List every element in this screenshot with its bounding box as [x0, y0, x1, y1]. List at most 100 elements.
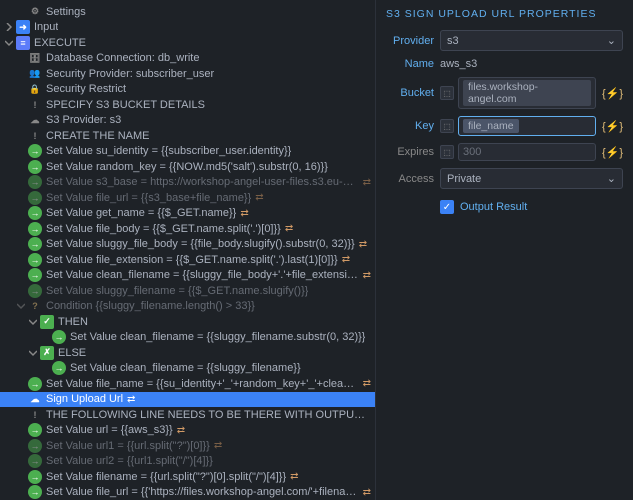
item-sv-sluggy-file-body[interactable]: → Set Value sluggy_file_body = {{file_bo… [0, 237, 375, 253]
item-sv-clean-filename[interactable]: → Set Value clean_filename = {{sluggy_fi… [0, 268, 375, 284]
item-sv-file-name[interactable]: → Set Value file_name = {{su_identity+'_… [0, 376, 375, 392]
expires-input[interactable]: 300 [458, 143, 596, 161]
key-input[interactable]: file_name [458, 116, 596, 136]
prop-expires: Expires ⬚ 300 {⚡} [386, 143, 623, 161]
label: CREATE THE NAME [46, 130, 150, 142]
value: s3 [447, 35, 459, 47]
prop-bucket: Bucket ⬚ files.workshop-angel.com {⚡} [386, 77, 623, 109]
label: THEN [58, 316, 88, 328]
arrow-icon: → [28, 222, 42, 236]
action-tree: ⚙ Settings ➜ Input ≡ EXECUTE 🗄 Database … [0, 0, 375, 500]
item-sv-random-key[interactable]: → Set Value random_key = {{NOW.md5('salt… [0, 159, 375, 175]
chevron-down-icon: ⌄ [607, 172, 616, 185]
output-badge: ⇄ [363, 270, 371, 281]
label: Access [386, 173, 434, 185]
item-sv-url1[interactable]: → Set Value url1 = {{url.split("?")[0]}}… [0, 438, 375, 454]
input-icon: ➜ [16, 20, 30, 34]
label: Input [34, 21, 58, 33]
item-settings[interactable]: ⚙ Settings [0, 4, 375, 20]
item-following-line[interactable]: ! THE FOLLOWING LINE NEEDS TO BE THERE W… [0, 407, 375, 423]
prop-name: Name aws_s3 [386, 58, 623, 70]
item-security-restrict[interactable]: 🔒 Security Restrict [0, 82, 375, 98]
output-badge: ⇄ [177, 425, 185, 436]
item-sv-filename2[interactable]: → Set Value filename = {{url.split("?")[… [0, 469, 375, 485]
chevron-down-icon [4, 38, 14, 48]
output-badge: ⇄ [240, 208, 248, 219]
properties-panel: S3 SIGN UPLOAD URL PROPERTIES Provider s… [375, 0, 633, 500]
item-create-name[interactable]: ! CREATE THE NAME [0, 128, 375, 144]
item-s3-provider[interactable]: ☁ S3 Provider: s3 [0, 113, 375, 129]
label: Set Value sluggy_filename = {{$_GET.name… [46, 285, 308, 297]
prop-key: Key ⬚ file_name {⚡} [386, 116, 623, 136]
bolt-icon[interactable]: {⚡} [602, 120, 623, 133]
database-icon: 🗄 [28, 51, 42, 65]
item-sv-su-identity[interactable]: → Set Value su_identity = {{subscriber_u… [0, 144, 375, 160]
label: Name [386, 58, 434, 70]
comment-icon: ! [28, 408, 42, 422]
item-db-connection[interactable]: 🗄 Database Connection: db_write [0, 51, 375, 67]
item-sv-url2[interactable]: → Set Value url2 = {{url1.split("/")[4]}… [0, 454, 375, 470]
label: Provider [386, 35, 434, 47]
arrow-icon: → [28, 470, 42, 484]
label: THE FOLLOWING LINE NEEDS TO BE THERE WIT… [46, 409, 371, 421]
item-sv-sluggy-filename[interactable]: → Set Value sluggy_filename = {{$_GET.na… [0, 283, 375, 299]
label: Set Value url = {{aws_s3}} [46, 424, 173, 436]
item-sv-file-url[interactable]: → Set Value file_url = {{s3_base+file_na… [0, 190, 375, 206]
bolt-icon[interactable]: {⚡} [602, 87, 623, 100]
arrow-icon: → [28, 268, 42, 282]
people-icon: 👥 [28, 67, 42, 81]
provider-select[interactable]: s3 ⌄ [440, 30, 623, 51]
dynamic-icon[interactable]: ⬚ [440, 145, 454, 159]
label: Set Value su_identity = {{subscriber_use… [46, 145, 291, 157]
label: Sign Upload Url [46, 393, 123, 405]
label: Set Value filename = {{url.split("?")[0]… [46, 471, 286, 483]
arrow-icon: → [28, 237, 42, 251]
label: Set Value clean_filename = {{sluggy_file… [70, 362, 301, 374]
item-sv-else-clean[interactable]: → Set Value clean_filename = {{sluggy_fi… [0, 361, 375, 377]
item-sv-s3-base[interactable]: → Set Value s3_base = https://workshop-a… [0, 175, 375, 191]
output-badge: ⇄ [214, 440, 222, 451]
comment-icon: ! [28, 129, 42, 143]
label: Set Value file_name = {{su_identity+'_'+… [46, 378, 359, 390]
item-then[interactable]: ✓ THEN [0, 314, 375, 330]
bucket-input[interactable]: files.workshop-angel.com [458, 77, 596, 109]
arrow-icon: → [28, 423, 42, 437]
lock-icon: 🔒 [28, 82, 42, 96]
item-input[interactable]: ➜ Input [0, 20, 375, 36]
dynamic-icon[interactable]: ⬚ [440, 86, 454, 100]
label: Set Value file_extension = {{$_GET.name.… [46, 254, 338, 266]
arrow-icon: → [28, 454, 42, 468]
item-sv-file-body[interactable]: → Set Value file_body = {{$_GET.name.spl… [0, 221, 375, 237]
label: Security Provider: subscriber_user [46, 68, 214, 80]
else-icon: ✗ [40, 346, 54, 360]
item-condition[interactable]: ? Condition {{sluggy_filename.length() >… [0, 299, 375, 315]
label: ELSE [58, 347, 86, 359]
item-specify-s3[interactable]: ! SPECIFY S3 BUCKET DETAILS [0, 97, 375, 113]
item-execute[interactable]: ≡ EXECUTE [0, 35, 375, 51]
name-input[interactable]: aws_s3 [440, 58, 477, 70]
comment-icon: ! [28, 98, 42, 112]
item-sv-get-name[interactable]: → Set Value get_name = {{$_GET.name}} ⇄ [0, 206, 375, 222]
output-badge: ⇄ [127, 394, 135, 405]
item-security-provider[interactable]: 👥 Security Provider: subscriber_user [0, 66, 375, 82]
output-checkbox[interactable]: ✓ [440, 200, 454, 214]
label: Set Value file_url = {{s3_base+file_name… [46, 192, 251, 204]
arrow-icon: → [28, 191, 42, 205]
item-sv-file-extension[interactable]: → Set Value file_extension = {{$_GET.nam… [0, 252, 375, 268]
bolt-icon[interactable]: {⚡} [602, 146, 623, 159]
cloud-icon: ☁ [28, 113, 42, 127]
chevron-down-icon: ⌄ [607, 34, 616, 47]
item-sv-url[interactable]: → Set Value url = {{aws_s3}} ⇄ [0, 423, 375, 439]
arrow-icon: → [28, 144, 42, 158]
access-select[interactable]: Private ⌄ [440, 168, 623, 189]
output-badge: ⇄ [255, 192, 263, 203]
item-sv-then-clean[interactable]: → Set Value clean_filename = {{sluggy_fi… [0, 330, 375, 346]
item-sign-upload[interactable]: ☁ Sign Upload Url ⇄ [0, 392, 375, 408]
label: Set Value url2 = {{url1.split("/")[4]}} [46, 455, 213, 467]
output-badge: ⇄ [363, 378, 371, 389]
item-sv-file-url2[interactable]: → Set Value file_url = {{'https://files.… [0, 485, 375, 500]
dynamic-icon[interactable]: ⬚ [440, 119, 454, 133]
output-badge: ⇄ [342, 254, 350, 265]
item-else[interactable]: ✗ ELSE [0, 345, 375, 361]
arrow-icon: → [28, 175, 42, 189]
